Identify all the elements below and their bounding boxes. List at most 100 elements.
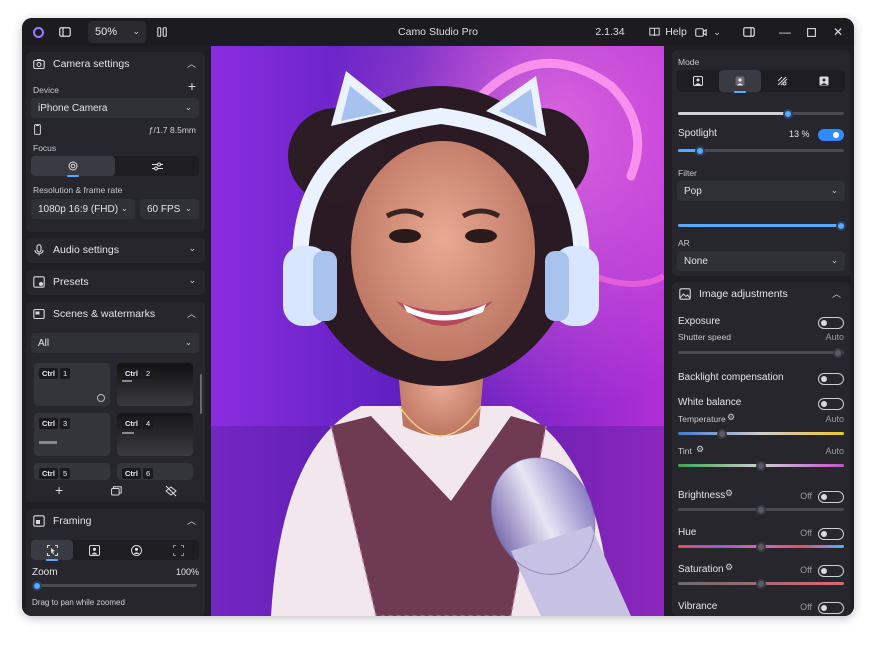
scene-thumbnail[interactable]: Ctrl 3 (34, 413, 110, 456)
scene-thumbnail[interactable]: Ctrl 6 (117, 463, 193, 480)
saturation-label: Saturation (678, 564, 724, 575)
camera-switch-button[interactable]: ⌄ (690, 18, 726, 46)
mode-intensity-track[interactable] (678, 112, 844, 115)
brightness-toggle[interactable] (818, 491, 844, 503)
maximize-icon[interactable] (798, 18, 824, 46)
tint-gear-icon[interactable]: ⚙ (696, 444, 704, 455)
saturation-gear-icon[interactable]: ⚙ (725, 562, 733, 573)
shortcut-number: 5 (60, 468, 71, 479)
temperature-track[interactable] (678, 432, 844, 435)
saturation-knob[interactable] (756, 578, 766, 589)
exposure-toggle[interactable] (818, 317, 844, 329)
framing-face-button[interactable] (73, 540, 115, 560)
add-scene-icon[interactable]: + (55, 482, 63, 498)
backlight-toggle[interactable] (818, 373, 844, 385)
brightness-gear-icon[interactable]: ⚙ (725, 488, 733, 499)
spotlight-knob[interactable] (694, 145, 705, 156)
hue-knob[interactable] (756, 541, 766, 552)
focus-auto-button[interactable] (31, 156, 115, 177)
focus-manual-button[interactable] (115, 156, 199, 176)
zoom-value: 50% (95, 26, 118, 38)
presets-header[interactable]: Presets ⌄ (26, 270, 205, 294)
add-device-icon[interactable]: + (188, 78, 196, 94)
image-icon (679, 288, 691, 300)
vibrance-toggle[interactable] (818, 602, 844, 614)
zoom-select[interactable]: 50% ⌄ (88, 21, 146, 43)
resolution-value: 1080p 16:9 (FHD) (38, 203, 119, 215)
scene-thumbnail[interactable]: Ctrl 1 (34, 363, 110, 406)
camera-preview[interactable] (211, 46, 664, 616)
focus-label: Focus (33, 143, 57, 153)
saturation-value: Off (800, 565, 812, 575)
camera-settings-title: Camera settings (53, 58, 130, 70)
spotlight-toggle[interactable] (818, 129, 844, 141)
shutter-speed-track[interactable] (678, 351, 844, 354)
presets-card[interactable]: Presets ⌄ (26, 270, 205, 295)
filter-select[interactable]: Pop ⌄ (677, 181, 845, 201)
shortcut-ctrl: Ctrl (122, 468, 141, 479)
sliders-icon (151, 162, 163, 170)
mode-portrait-button[interactable] (677, 70, 719, 92)
app-window: 50% ⌄ Camo Studio Pro 2.1.34 Help ⌄ — ✕ (22, 18, 854, 616)
scenes-scrollbar[interactable] (200, 374, 202, 414)
hue-toggle[interactable] (818, 528, 844, 540)
mode-intensity-knob[interactable] (782, 108, 793, 119)
scene-thumbnail[interactable]: Ctrl 4 (117, 413, 193, 456)
microphone-icon (34, 244, 44, 256)
scenes-header[interactable]: Scenes & watermarks ︿ (26, 302, 205, 326)
right-sidebar: Mode Spotlight 13 % Filter Pop ⌄ AR None… (668, 46, 854, 616)
chevron-down-icon: ⌄ (830, 185, 838, 195)
device-select[interactable]: iPhone Camera ⌄ (31, 98, 199, 118)
split-view-icon[interactable] (154, 18, 170, 46)
framing-center-button[interactable] (115, 540, 157, 560)
lens-info: ƒ/1.7 8.5mm (148, 125, 196, 135)
shortcut-number: 1 (60, 368, 71, 379)
help-button[interactable]: Help (639, 18, 697, 46)
thumbnail-graphic (122, 380, 132, 382)
mode-replace-button[interactable] (803, 70, 845, 92)
left-sidebar: Camera settings ︿ Device + iPhone Camera… (22, 46, 210, 616)
filter-intensity-knob[interactable] (835, 220, 846, 231)
ar-select[interactable]: None ⌄ (677, 251, 845, 271)
fps-select[interactable]: 60 FPS ⌄ (140, 199, 199, 219)
framing-pan-button[interactable] (157, 540, 199, 560)
zoom-slider-knob[interactable] (32, 580, 42, 591)
saturation-toggle[interactable] (818, 565, 844, 577)
shortcut-ctrl: Ctrl (39, 468, 58, 479)
temperature-gear-icon[interactable]: ⚙ (727, 412, 735, 423)
audio-settings-card[interactable]: Audio settings ⌄ (26, 238, 205, 263)
scene-thumbnail[interactable]: Ctrl 2 (117, 363, 193, 406)
white-balance-toggle[interactable] (818, 398, 844, 410)
framing-header[interactable]: Framing ︿ (26, 509, 205, 533)
audio-settings-header[interactable]: Audio settings ⌄ (26, 238, 205, 262)
resolution-select[interactable]: 1080p 16:9 (FHD) ⌄ (31, 199, 135, 219)
minimize-icon[interactable]: — (772, 18, 798, 46)
camo-logo-icon (30, 18, 46, 46)
duplicate-scene-icon[interactable] (111, 486, 122, 496)
close-icon[interactable]: ✕ (825, 18, 851, 46)
tint-knob[interactable] (756, 460, 766, 471)
mode-effects-button[interactable] (761, 70, 803, 92)
zoom-slider-track[interactable] (34, 584, 197, 587)
preview-image (211, 46, 664, 616)
panel-toggle-icon[interactable] (739, 18, 759, 46)
temperature-knob[interactable] (717, 428, 727, 439)
chevron-down-icon: ⌄ (188, 275, 196, 285)
shutter-speed-knob[interactable] (833, 347, 843, 358)
portrait-icon (693, 76, 703, 86)
scenes-filter-select[interactable]: All ⌄ (31, 333, 199, 353)
mode-blur-button[interactable] (719, 70, 761, 93)
hue-value: Off (800, 528, 812, 538)
brightness-knob[interactable] (756, 504, 766, 515)
sidebar-toggle-icon[interactable] (56, 18, 74, 46)
scene-thumbnail[interactable]: Ctrl 5 (34, 463, 110, 480)
image-adjustments-header[interactable]: Image adjustments ︿ (672, 282, 850, 306)
framing-manual-button[interactable] (31, 540, 73, 561)
app-version: 2.1.34 (595, 26, 625, 38)
fps-value: 60 FPS (147, 203, 181, 215)
camera-settings-header[interactable]: Camera settings ︿ (26, 52, 205, 76)
device-label: Device (33, 85, 59, 95)
chevron-down-icon: ⌄ (132, 26, 140, 36)
filter-intensity-track[interactable] (678, 224, 844, 227)
hide-scene-icon[interactable] (165, 485, 177, 497)
